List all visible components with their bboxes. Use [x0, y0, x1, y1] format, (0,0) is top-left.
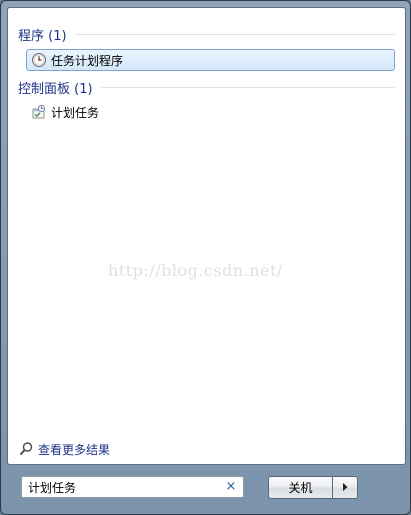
watermark-text: http://blog.csdn.net/: [108, 261, 283, 280]
search-results-pane: 程序 (1) 任务计划程序 控制面板 (1) 计划任务 http://blog.…: [7, 7, 406, 465]
programs-section-title: 程序 (1): [18, 28, 67, 44]
search-input[interactable]: [22, 477, 218, 497]
section-divider: [74, 33, 395, 35]
search-box: ×: [21, 476, 244, 498]
start-menu-window: 程序 (1) 任务计划程序 控制面板 (1) 计划任务 http://blog.…: [0, 0, 411, 515]
shutdown-button[interactable]: 关机: [268, 476, 333, 499]
result-label: 任务计划程序: [51, 53, 124, 68]
control-panel-section-title: 控制面板 (1): [18, 81, 93, 97]
scheduled-tasks-icon: [31, 104, 47, 120]
clear-search-icon[interactable]: ×: [223, 479, 239, 495]
section-divider: [100, 86, 395, 88]
shutdown-options-button[interactable]: [333, 476, 358, 499]
control-panel-result-scheduled-tasks[interactable]: 计划任务: [26, 101, 395, 123]
triangle-right-icon: [341, 480, 349, 495]
programs-section-header[interactable]: 程序 (1): [18, 25, 395, 44]
search-icon: [18, 441, 34, 457]
result-label: 计划任务: [51, 105, 100, 120]
see-more-results-link[interactable]: 查看更多结果: [18, 440, 110, 458]
control-panel-section-header[interactable]: 控制面板 (1): [18, 78, 395, 97]
program-result-task-scheduler[interactable]: 任务计划程序: [26, 49, 395, 71]
see-more-label: 查看更多结果: [38, 442, 111, 457]
clock-icon: [31, 52, 47, 68]
shutdown-button-group: 关机: [268, 476, 358, 499]
